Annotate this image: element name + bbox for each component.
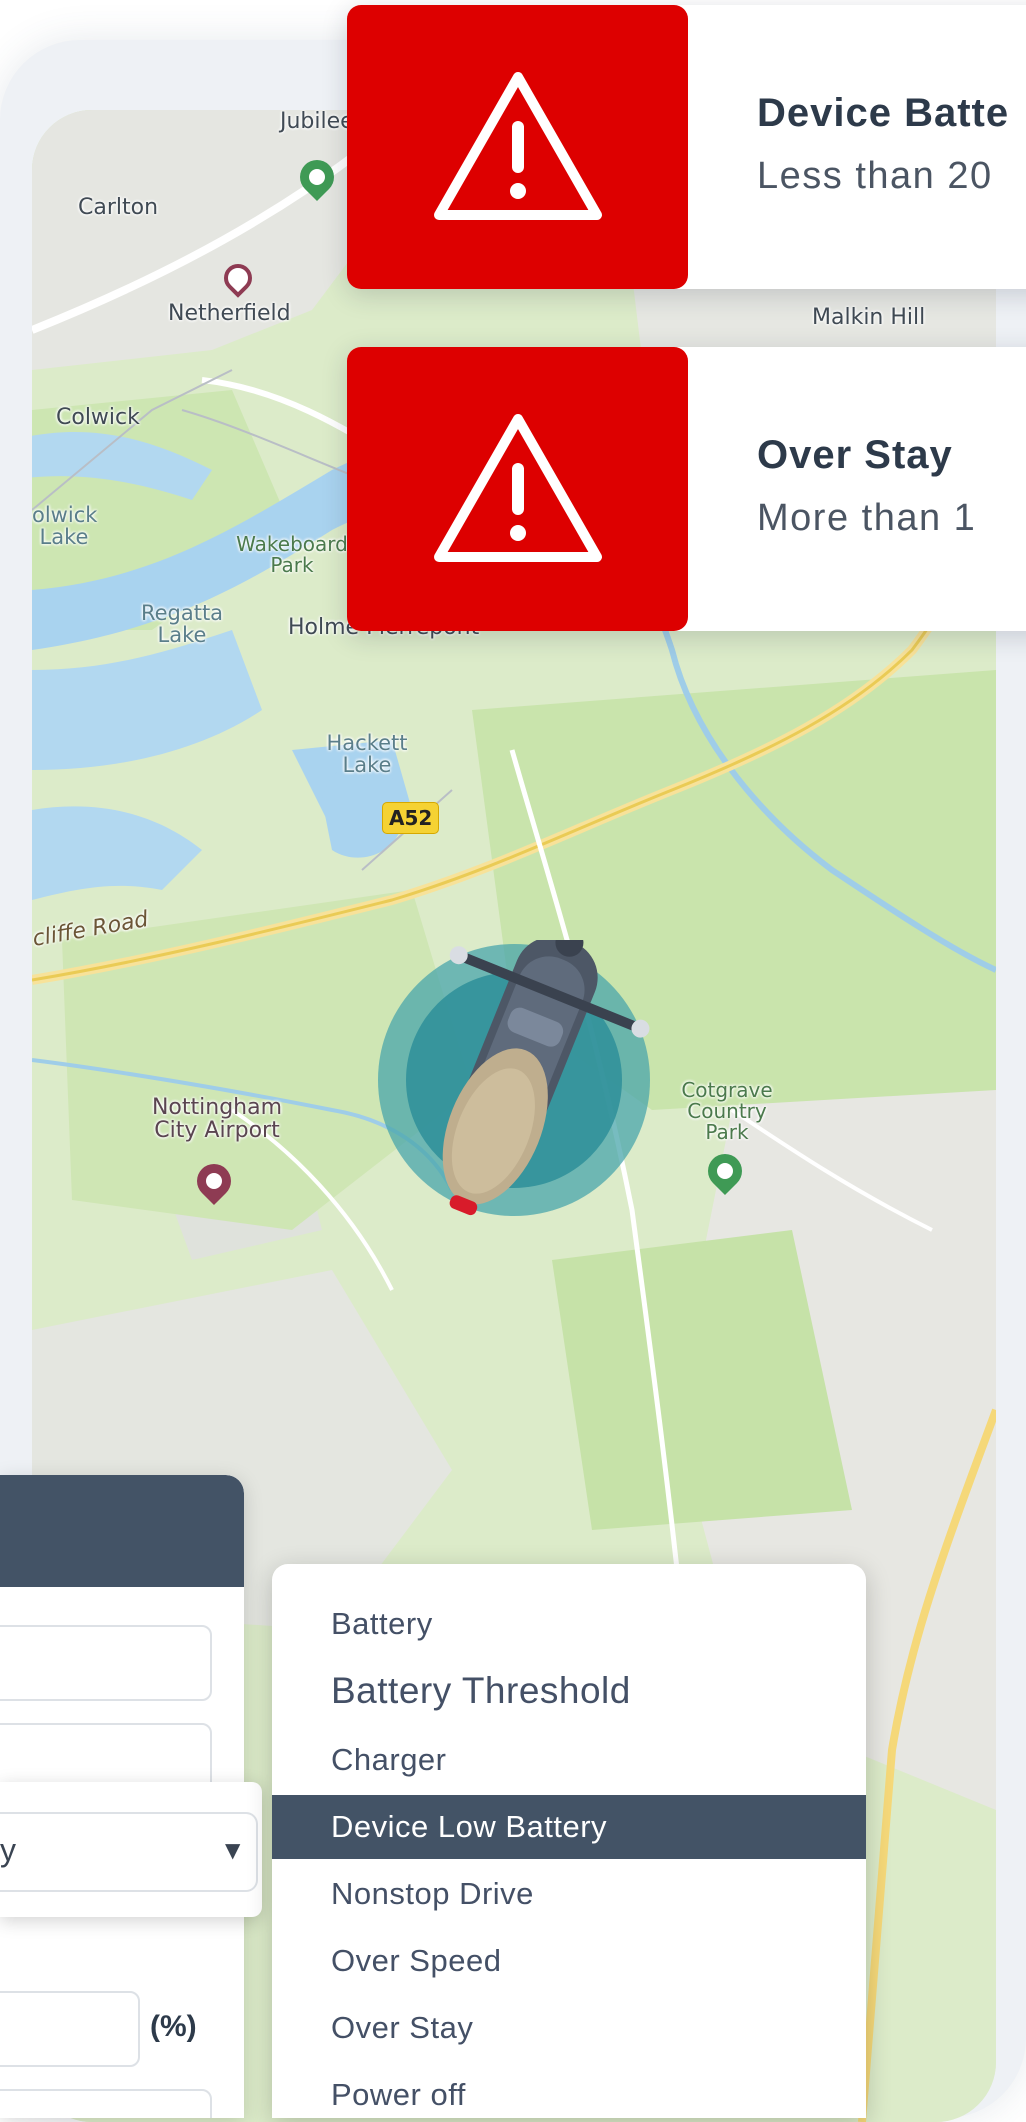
warning-triangle-icon xyxy=(434,414,602,562)
scooter-marker[interactable] xyxy=(376,928,652,1240)
map-label-regatta-lake: Regatta Lake xyxy=(140,601,224,648)
map-label-colwick-lake: olwick Lake xyxy=(32,503,98,550)
dropdown-option-device-low-battery[interactable]: Device Low Battery xyxy=(272,1795,866,1859)
alert-message: Less than 20 xyxy=(757,155,993,197)
alert-title: Over Stay xyxy=(757,433,953,477)
scooter-icon xyxy=(378,928,650,1216)
threshold-input[interactable] xyxy=(0,1991,140,2067)
text-field[interactable] xyxy=(0,2089,212,2118)
caret-down-icon: ▼ xyxy=(225,1838,241,1862)
percent-unit-label: (%) xyxy=(150,2010,197,2043)
warning-triangle-icon xyxy=(434,72,602,220)
dropdown-option-nonstop-drive[interactable]: Nonstop Drive xyxy=(272,1862,866,1926)
alert-over-stay[interactable]: Over Stay More than 1 xyxy=(347,347,1026,631)
dropdown-option-charger[interactable]: Charger xyxy=(272,1728,866,1792)
dropdown-option-battery-threshold[interactable]: Battery Threshold xyxy=(272,1659,866,1723)
select-value: y xyxy=(0,1832,16,1868)
alert-title: Device Batte xyxy=(757,91,1010,135)
map-label-carlton: Carlton xyxy=(78,195,159,220)
dropdown-option-power-off[interactable]: Power off xyxy=(272,2063,866,2118)
card-header xyxy=(0,1475,244,1587)
text-field[interactable] xyxy=(0,1625,212,1701)
alert-type-dropdown: Battery Battery Threshold Charger Device… xyxy=(272,1564,866,2118)
road-badge-a52: A52 xyxy=(382,802,440,834)
dropdown-option-battery[interactable]: Battery xyxy=(272,1592,866,1656)
alert-device-battery[interactable]: Device Batte Less than 20 xyxy=(347,5,1026,289)
dropdown-option-over-speed[interactable]: Over Speed xyxy=(272,1929,866,1993)
alert-badge xyxy=(347,347,688,631)
alert-type-select-panel: y ▼ xyxy=(0,1782,262,1917)
alert-type-select[interactable]: y ▼ xyxy=(0,1812,258,1892)
map-label-netherfield: Netherfield xyxy=(168,301,291,326)
map-label-hackett-lake: Hackett Lake xyxy=(326,731,408,778)
alert-badge xyxy=(347,5,688,289)
map-label-cotgrave-park: Cotgrave Country Park xyxy=(681,1078,773,1144)
dropdown-option-over-stay[interactable]: Over Stay xyxy=(272,1996,866,2060)
map-label-wakeboard-park: Wakeboard Park xyxy=(236,532,348,577)
map-label-nottingham-airport: Nottingham City Airport xyxy=(151,1095,283,1144)
map-label-malkin-hill: Malkin Hill xyxy=(812,305,926,330)
alert-message: More than 1 xyxy=(757,497,977,539)
map-label-colwick: Colwick xyxy=(56,405,140,430)
